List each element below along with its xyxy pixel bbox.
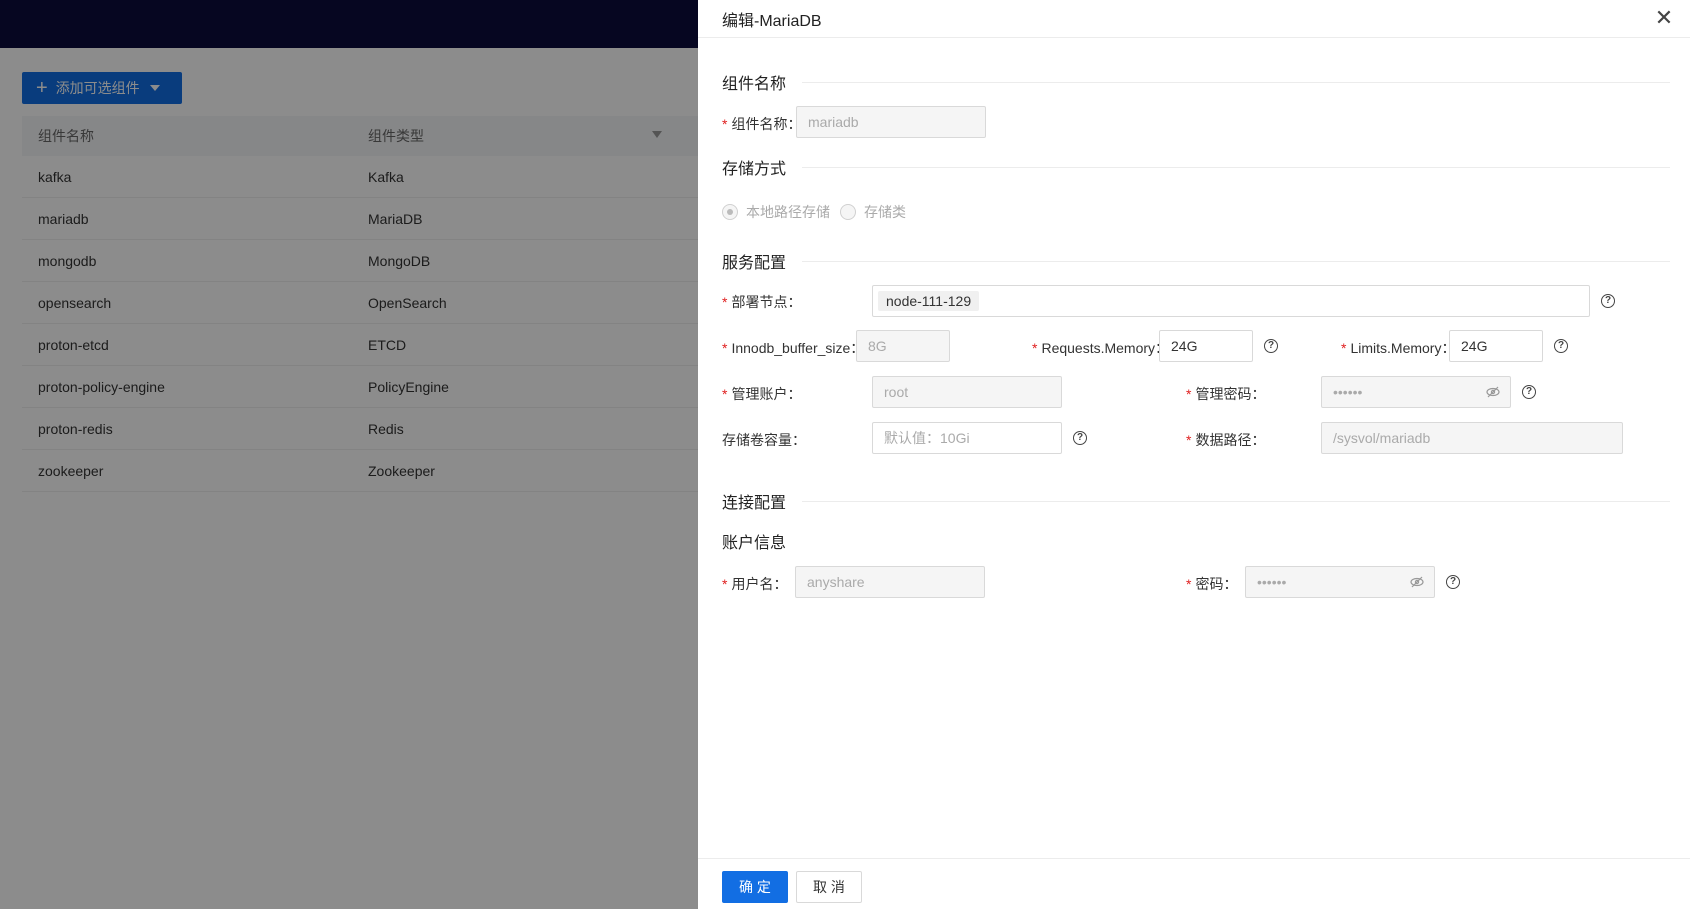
- section-component-name: 组件名称: [722, 70, 1670, 94]
- radio-dot: [722, 204, 738, 220]
- volume-capacity-input[interactable]: 默认值：10Gi: [872, 422, 1062, 454]
- limits-memory-label: * Limits.Memory：: [1341, 338, 1455, 358]
- section-title: 组件名称: [722, 76, 787, 93]
- section-divider: [802, 81, 1670, 83]
- admin-account-input[interactable]: root: [872, 376, 1062, 408]
- password-mask: ••••••: [1257, 574, 1287, 590]
- label-text: 存储卷容量：: [722, 432, 806, 448]
- section-service: 服务配置: [722, 249, 1670, 273]
- section-title: 连接配置: [722, 495, 787, 512]
- password-label: * 密码：: [1186, 574, 1237, 594]
- close-icon[interactable]: ✕: [1652, 6, 1676, 30]
- label-text: 密码：: [1195, 576, 1238, 592]
- admin-password-input[interactable]: ••••••: [1321, 376, 1511, 408]
- cancel-button[interactable]: 取 消: [796, 871, 862, 903]
- confirm-button[interactable]: 确 定: [722, 871, 788, 903]
- account-info-title: 账户信息: [722, 535, 787, 552]
- required-mark: *: [1032, 340, 1038, 356]
- eye-hidden-icon[interactable]: [1486, 385, 1500, 399]
- label-text: 数据路径：: [1195, 432, 1266, 448]
- username-label: * 用户名：: [722, 574, 787, 594]
- radio-label: 本地路径存储: [746, 204, 830, 220]
- data-path-input[interactable]: /sysvol/mariadb: [1321, 422, 1623, 454]
- section-divider: [802, 260, 1670, 262]
- radio-label: 存储类: [864, 204, 906, 220]
- help-icon[interactable]: ?: [1264, 339, 1278, 353]
- section-title: 服务配置: [722, 255, 787, 272]
- required-mark: *: [1186, 386, 1192, 402]
- node-tag[interactable]: node-111-129: [878, 291, 980, 311]
- label-text: Limits.Memory：: [1350, 340, 1456, 356]
- deploy-node-select[interactable]: node-111-129: [872, 285, 1590, 317]
- required-mark: *: [722, 294, 728, 310]
- section-divider: [802, 166, 1670, 168]
- help-icon[interactable]: ?: [1522, 385, 1536, 399]
- data-path-label: * 数据路径：: [1186, 430, 1265, 450]
- volume-capacity-label: 存储卷容量：: [722, 430, 806, 450]
- label-text: 部署节点：: [731, 294, 802, 310]
- radio-local-path[interactable]: 本地路径存储: [722, 202, 830, 222]
- edit-drawer: 编辑-MariaDB ✕ 组件名称 * 组件名称： mariadb 存储方式 本地…: [698, 0, 1690, 909]
- help-icon[interactable]: ?: [1554, 339, 1568, 353]
- admin-password-label: * 管理密码：: [1186, 384, 1265, 404]
- innodb-input[interactable]: 8G: [856, 330, 950, 362]
- label-text: 组件名称：: [731, 116, 802, 132]
- component-name-input[interactable]: mariadb: [796, 106, 986, 138]
- required-mark: *: [722, 576, 728, 592]
- section-connection: 连接配置: [722, 489, 1670, 513]
- innodb-label: * Innodb_buffer_size：: [722, 338, 864, 358]
- label-text: 用户名：: [731, 576, 788, 592]
- password-mask: ••••••: [1333, 384, 1363, 400]
- radio-storage-class[interactable]: 存储类: [840, 202, 906, 222]
- deploy-node-label: * 部署节点：: [722, 292, 801, 312]
- section-storage: 存储方式: [722, 155, 1670, 179]
- eye-hidden-icon[interactable]: [1410, 575, 1424, 589]
- required-mark: *: [1186, 576, 1192, 592]
- drawer-footer: 确 定 取 消: [698, 858, 1690, 909]
- radio-dot: [840, 204, 856, 220]
- requests-memory-label: * Requests.Memory：: [1032, 338, 1169, 358]
- required-mark: *: [1341, 340, 1347, 356]
- component-name-label: * 组件名称：: [722, 114, 801, 134]
- drawer-header: 编辑-MariaDB: [698, 0, 1690, 38]
- requests-memory-input[interactable]: 24G: [1159, 330, 1253, 362]
- help-icon[interactable]: ?: [1073, 431, 1087, 445]
- required-mark: *: [1186, 432, 1192, 448]
- section-title: 存储方式: [722, 161, 787, 178]
- label-text: 管理密码：: [1195, 386, 1266, 402]
- label-text: Innodb_buffer_size：: [731, 340, 865, 356]
- help-icon[interactable]: ?: [1601, 294, 1615, 308]
- username-input[interactable]: anyshare: [795, 566, 985, 598]
- section-divider: [802, 500, 1670, 502]
- help-icon[interactable]: ?: [1446, 575, 1460, 589]
- label-text: 管理账户：: [731, 386, 802, 402]
- admin-account-label: * 管理账户：: [722, 384, 801, 404]
- drawer-title: 编辑-MariaDB: [722, 12, 822, 30]
- label-text: Requests.Memory：: [1041, 340, 1170, 356]
- required-mark: *: [722, 116, 728, 132]
- password-input[interactable]: ••••••: [1245, 566, 1435, 598]
- required-mark: *: [722, 340, 728, 356]
- required-mark: *: [722, 386, 728, 402]
- limits-memory-input[interactable]: 24G: [1449, 330, 1543, 362]
